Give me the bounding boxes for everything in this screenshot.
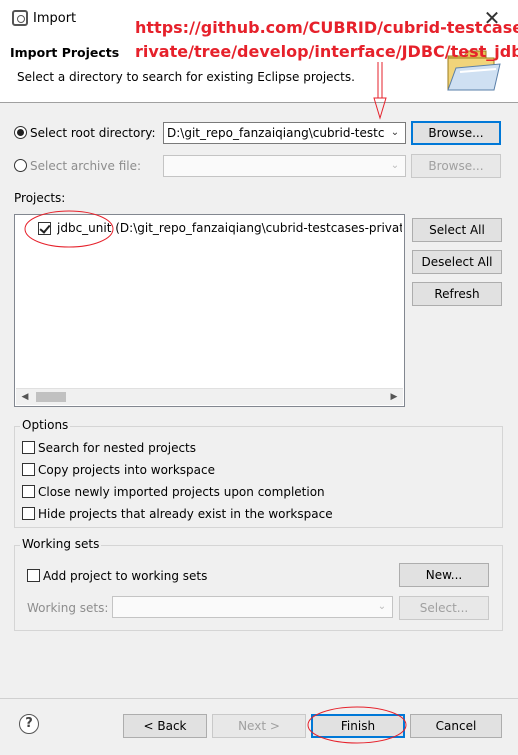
chevron-down-icon[interactable]: ⌄ — [376, 601, 388, 613]
cancel-button[interactable]: Cancel — [410, 714, 502, 738]
hide-existing-checkbox[interactable] — [22, 507, 35, 520]
deselect-all-button[interactable]: Deselect All — [412, 250, 502, 274]
scroll-left-icon[interactable]: ◀ — [19, 391, 31, 403]
header-separator — [0, 102, 518, 103]
hide-existing-label: Hide projects that already exist in the … — [38, 507, 333, 521]
scroll-thumb[interactable] — [36, 392, 66, 402]
close-imported-label: Close newly imported projects upon compl… — [38, 485, 325, 499]
copy-projects-checkbox[interactable] — [22, 463, 35, 476]
list-item[interactable]: jdbc_unit (D:\git_repo_fanzaiqiang\cubri… — [15, 215, 404, 241]
scroll-right-icon[interactable]: ▶ — [388, 391, 400, 403]
root-directory-value: D:\git_repo_fanzaiqiang\cubrid-testcases — [167, 126, 385, 140]
window-title: Import — [33, 11, 77, 26]
close-imported-checkbox[interactable] — [22, 485, 35, 498]
nested-projects-label: Search for nested projects — [38, 441, 197, 455]
project-row-text: jdbc_unit (D:\git_repo_fanzaiqiang\cubri… — [57, 221, 402, 235]
working-sets-label: Working sets: — [27, 601, 109, 615]
help-icon[interactable]: ? — [19, 714, 39, 734]
add-to-working-sets-checkbox[interactable] — [27, 569, 40, 582]
working-sets-title: Working sets — [20, 537, 102, 551]
annotation-url: https://github.com/CUBRID/cubrid-testcas… — [135, 16, 518, 64]
projects-list[interactable]: jdbc_unit (D:\git_repo_fanzaiqiang\cubri… — [14, 214, 405, 407]
chevron-down-icon[interactable]: ⌄ — [389, 160, 401, 172]
select-all-button[interactable]: Select All — [412, 218, 502, 242]
next-button[interactable]: Next > — [212, 714, 306, 738]
chevron-down-icon[interactable]: ⌄ — [389, 127, 401, 139]
project-name: jdbc_unit — [57, 221, 112, 235]
project-path: (D:\git_repo_fanzaiqiang\cubrid-testcase… — [115, 221, 402, 235]
options-title: Options — [20, 418, 71, 432]
archive-file-combo[interactable]: ⌄ — [163, 155, 406, 177]
project-checkbox[interactable] — [38, 222, 51, 235]
finish-button[interactable]: Finish — [311, 714, 405, 738]
footer-separator — [0, 698, 518, 699]
working-sets-combo[interactable]: ⌄ — [112, 596, 393, 618]
archive-browse-button[interactable]: Browse... — [411, 154, 501, 178]
import-app-icon — [12, 10, 28, 26]
archive-file-label: Select archive file: — [30, 159, 142, 173]
new-working-set-button[interactable]: New... — [399, 563, 489, 587]
back-button[interactable]: < Back — [123, 714, 207, 738]
root-directory-radio[interactable] — [14, 126, 27, 139]
browse-button[interactable]: Browse... — [411, 121, 501, 145]
add-to-working-sets-label: Add project to working sets — [43, 569, 208, 583]
horizontal-scrollbar[interactable]: ◀ ▶ — [16, 388, 403, 405]
page-title: Import Projects — [10, 45, 120, 60]
page-description: Select a directory to search for existin… — [17, 70, 355, 84]
root-directory-combo[interactable]: D:\git_repo_fanzaiqiang\cubrid-testcases… — [163, 122, 406, 144]
root-directory-label: Select root directory: — [30, 126, 156, 140]
projects-label: Projects: — [14, 191, 66, 205]
annotation-line-2: rivate/tree/develop/interface/JDBC/test_… — [135, 42, 518, 61]
refresh-button[interactable]: Refresh — [412, 282, 502, 306]
select-working-set-button[interactable]: Select... — [399, 596, 489, 620]
archive-file-radio[interactable] — [14, 159, 27, 172]
nested-projects-checkbox[interactable] — [22, 441, 35, 454]
annotation-line-1: https://github.com/CUBRID/cubrid-testcas… — [135, 18, 518, 37]
copy-projects-label: Copy projects into workspace — [38, 463, 216, 477]
